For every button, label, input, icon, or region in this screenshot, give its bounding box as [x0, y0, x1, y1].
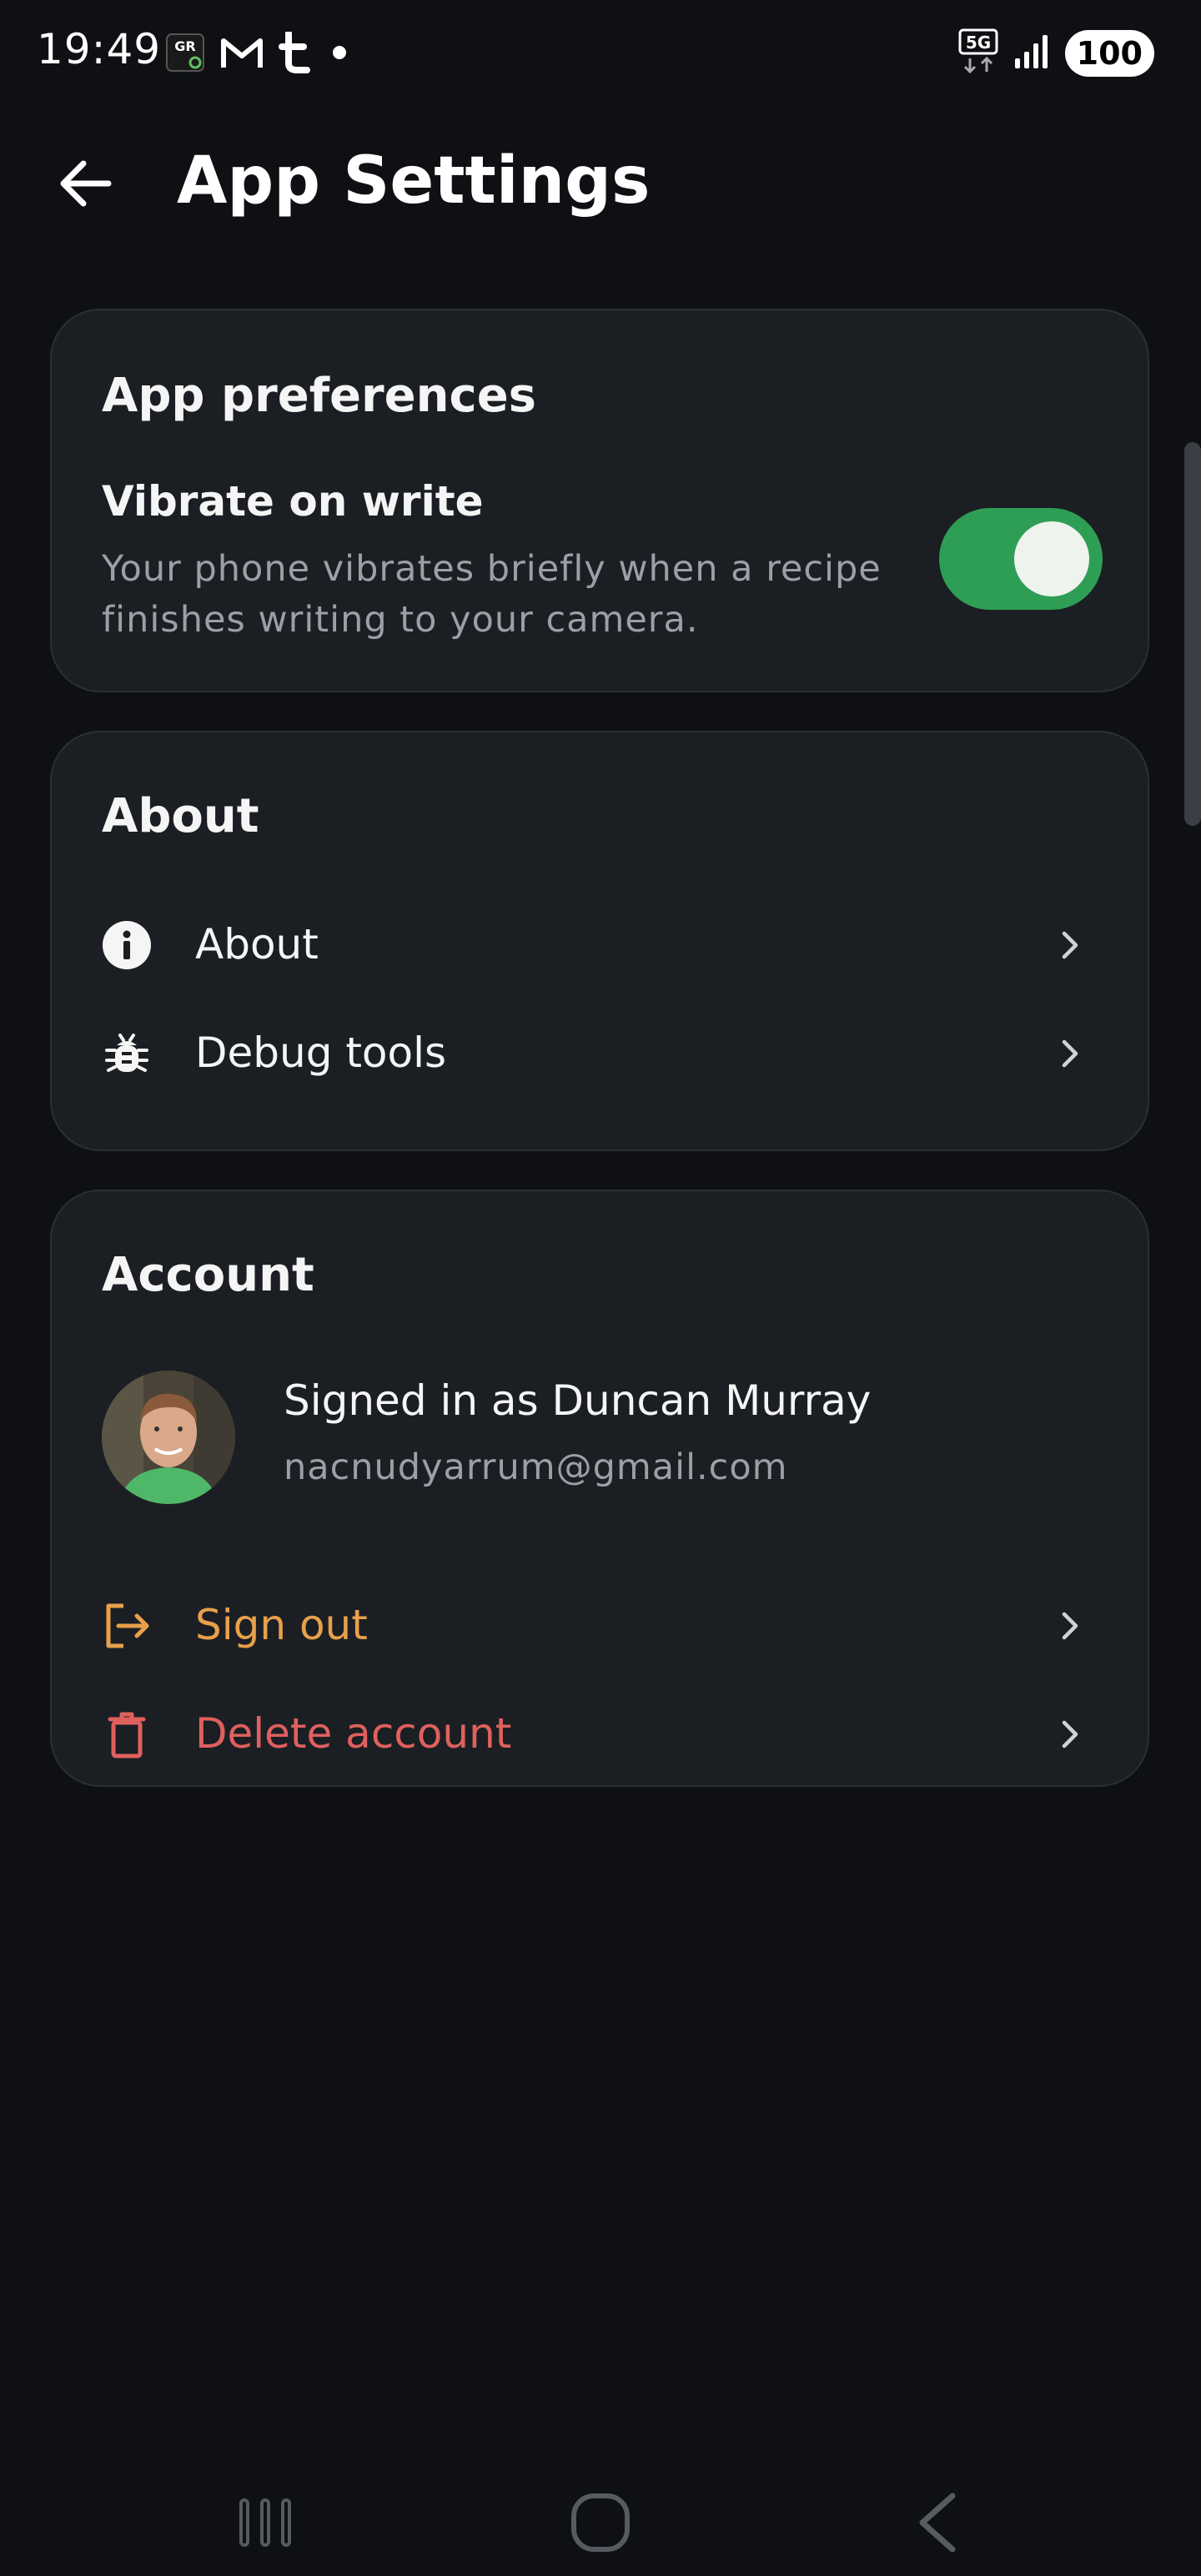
vibrate-title: Vibrate on write: [102, 477, 484, 526]
signal-icon: [1013, 33, 1050, 73]
sign-out-label: Sign out: [195, 1601, 368, 1649]
app-preferences-card: App preferences Vibrate on write Your ph…: [50, 309, 1149, 692]
svg-text:5G: 5G: [966, 33, 991, 53]
top-app-bar: App Settings: [0, 125, 1201, 242]
signed-in-text: Signed in as Duncan Murray: [284, 1376, 872, 1425]
vibrate-toggle[interactable]: [939, 508, 1103, 610]
chevron-right-icon: [1051, 1715, 1089, 1753]
about-label: About: [195, 920, 319, 969]
battery-indicator: 100: [1064, 30, 1154, 77]
chevron-right-icon: [1051, 1034, 1089, 1073]
page-title: App Settings: [177, 143, 651, 219]
chevron-right-icon: [1051, 926, 1089, 964]
bug-icon: [102, 1029, 152, 1079]
account-card: Account Signed in as Duncan Murray nacnu…: [50, 1190, 1149, 1787]
chevron-right-icon: [1051, 1607, 1089, 1645]
gmail-icon: [220, 34, 264, 74]
recent-apps-icon: [239, 2498, 291, 2547]
screen: 19:49 GR 5G 100 App Settings App prefere…: [0, 0, 1201, 2576]
dot-icon: [327, 40, 352, 68]
back-nav-icon: [919, 2493, 956, 2553]
card-title: About: [102, 789, 259, 843]
network-5g-icon: 5G: [958, 28, 998, 78]
status-time: 19:49: [37, 25, 162, 73]
home-icon: [571, 2493, 630, 2552]
svg-text:GR: GR: [174, 38, 195, 54]
card-title: App preferences: [102, 369, 537, 423]
vibrate-description: Your phone vibrates briefly when a recip…: [102, 548, 882, 641]
navigation-bar: [0, 2469, 1201, 2576]
card-title: Account: [102, 1248, 314, 1302]
trash-icon: [102, 1709, 152, 1759]
logout-icon: [102, 1601, 152, 1651]
info-icon: [102, 920, 152, 970]
status-bar: 19:49 GR 5G 100: [0, 0, 1201, 108]
back-nav-button[interactable]: [879, 2469, 996, 2576]
tumblr-icon: [279, 30, 312, 77]
delete-account-row[interactable]: Delete account: [52, 1688, 1148, 1780]
about-card: About About Debug tools: [50, 731, 1149, 1151]
about-row[interactable]: About: [52, 899, 1148, 991]
notification-icons: GR: [165, 30, 352, 77]
debug-tools-label: Debug tools: [195, 1029, 447, 1077]
scrollbar[interactable]: [1184, 442, 1201, 826]
debug-tools-row[interactable]: Debug tools: [52, 1008, 1148, 1099]
arrow-back-icon: [60, 160, 112, 207]
home-button[interactable]: [542, 2469, 659, 2576]
account-email: nacnudyarrum@gmail.com: [284, 1446, 788, 1488]
sign-out-row[interactable]: Sign out: [52, 1580, 1148, 1672]
gr-app-icon: GR: [165, 33, 205, 76]
toggle-knob: [1014, 521, 1089, 596]
delete-account-label: Delete account: [195, 1709, 512, 1758]
back-button[interactable]: [43, 150, 127, 217]
status-right: 5G 100: [958, 28, 1154, 78]
avatar: [102, 1371, 235, 1504]
recent-apps-button[interactable]: [207, 2469, 324, 2576]
